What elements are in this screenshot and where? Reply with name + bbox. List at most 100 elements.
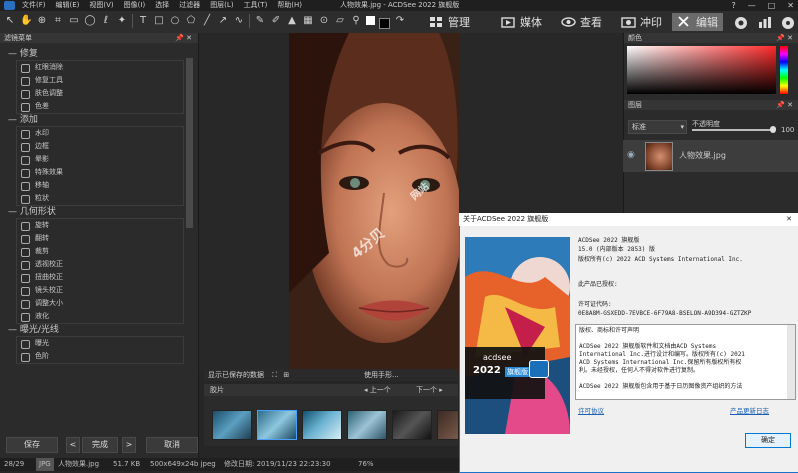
filter-item[interactable]: 镜头校正 <box>17 284 183 297</box>
filmstrip-thumbnail[interactable] <box>212 410 252 440</box>
menu-item[interactable]: 选择 <box>155 0 169 11</box>
minimize-button[interactable]: — <box>748 0 756 11</box>
eraser-icon[interactable]: ▱ <box>334 14 346 28</box>
gradient-icon[interactable]: ▦ <box>302 14 314 28</box>
filter-item[interactable]: 透视校正 <box>17 258 183 271</box>
license-scrollbar[interactable] <box>787 325 795 399</box>
pin-icon[interactable]: 📌 ✕ <box>175 33 192 43</box>
collapse-icon[interactable]: — <box>8 207 20 217</box>
opacity-slider[interactable] <box>692 129 774 131</box>
line-icon[interactable]: ╱ <box>201 14 213 28</box>
opacity-slider-handle[interactable] <box>770 126 776 133</box>
ellipse-shape-icon[interactable]: ○ <box>169 14 181 28</box>
magic-wand-icon[interactable]: ✦ <box>116 14 128 28</box>
fill-icon[interactable]: ▲ <box>286 14 298 28</box>
filter-item[interactable]: 色差 <box>17 100 183 113</box>
filter-item[interactable]: 裁剪 <box>17 245 183 258</box>
close-button[interactable]: ✕ <box>787 0 794 11</box>
mode-develop-button[interactable]: 冲印 <box>616 13 667 31</box>
menu-item[interactable]: 工具(T) <box>244 0 268 11</box>
mode-view-button[interactable]: 查看 <box>556 13 607 31</box>
filter-item[interactable]: 晕影 <box>17 153 183 166</box>
lasso-icon[interactable]: ℓ <box>100 14 112 28</box>
filter-item[interactable]: 扭曲校正 <box>17 271 183 284</box>
update-log-link[interactable]: 产品更新日志 <box>730 405 769 415</box>
filter-item[interactable]: 曝光 <box>17 337 183 350</box>
text-tool-icon[interactable]: T <box>137 14 149 28</box>
license-text-box[interactable]: 版权、商标和许可声明 ACDSee 2022 旗舰版软件和文档由ACD Syst… <box>575 324 796 400</box>
rect-select-icon[interactable]: ▭ <box>68 14 80 28</box>
previous-button[interactable]: < <box>66 437 80 453</box>
filter-item[interactable]: 红眼消除 <box>17 61 183 74</box>
zoom-tool-icon[interactable]: ⊕ <box>36 14 48 28</box>
collapse-icon[interactable]: — <box>8 49 20 59</box>
collapse-icon[interactable]: — <box>8 115 20 125</box>
clone-icon[interactable]: ⊙ <box>318 14 330 28</box>
save-button[interactable]: 保存 <box>6 437 58 453</box>
menu-item[interactable]: 视图(V) <box>89 0 113 11</box>
menu-item[interactable]: 图像(I) <box>124 0 146 11</box>
mode-dashboard-button[interactable] <box>753 13 778 31</box>
opacity-value[interactable]: 100 <box>781 126 794 134</box>
filmstrip-thumbnail[interactable] <box>437 410 459 440</box>
filmstrip-next-button[interactable]: 下一个 ▸ <box>416 384 443 396</box>
color-picker-square[interactable] <box>627 46 776 94</box>
show-saved-data-toggle[interactable]: 显示已保存的数据 <box>208 371 264 379</box>
pin-icon[interactable]: 📌 ✕ <box>776 100 793 110</box>
filter-item[interactable]: 液化 <box>17 310 183 323</box>
filmstrip-thumbnail[interactable] <box>302 410 342 440</box>
color-picker-icon[interactable]: ⚲ <box>350 14 362 28</box>
filmstrip-thumbnail[interactable] <box>392 410 432 440</box>
help-icon[interactable]: ? <box>731 0 735 11</box>
filter-item[interactable]: 调整大小 <box>17 297 183 310</box>
filter-item[interactable]: 旋转 <box>17 219 183 232</box>
crop-tool-icon[interactable]: ⌗ <box>52 14 64 28</box>
filter-section-header[interactable]: — 添加 <box>0 114 198 126</box>
status-zoom[interactable]: 76% <box>358 458 374 471</box>
filters-scrollbar[interactable] <box>186 58 193 228</box>
filter-section-header[interactable]: — 几何形状 <box>0 206 198 218</box>
curve-icon[interactable]: ∿ <box>233 14 245 28</box>
menu-item[interactable]: 过滤器 <box>179 0 200 11</box>
filter-section-header[interactable]: — 曝光/光线 <box>0 324 198 336</box>
mode-manage-button[interactable]: 管理 <box>424 13 475 31</box>
filter-item[interactable]: 翻转 <box>17 232 183 245</box>
pin-icon[interactable]: 📌 ✕ <box>776 33 793 43</box>
pencil-icon[interactable]: ✐ <box>270 14 282 28</box>
polygon-icon[interactable]: ⬠ <box>185 14 197 28</box>
filter-item[interactable]: 水印 <box>17 127 183 140</box>
filmstrip-thumbnail[interactable] <box>257 410 297 440</box>
blend-mode-select[interactable]: 标准 ▾ <box>628 120 687 134</box>
dialog-close-button[interactable]: ✕ <box>786 213 792 226</box>
filter-item[interactable]: 移轴 <box>17 179 183 192</box>
mode-edit-button[interactable]: 编辑 <box>672 13 723 31</box>
cancel-button[interactable]: 取消 <box>146 437 198 453</box>
filmstrip-prev-button[interactable]: ◂ 上一个 <box>364 384 391 396</box>
menu-item[interactable]: 帮助(H) <box>277 0 302 11</box>
license-agreement-link[interactable]: 许可协议 <box>578 405 604 415</box>
filter-section-header[interactable]: — 修复 <box>0 48 198 60</box>
menu-item[interactable]: 文件(F) <box>22 0 46 11</box>
maximize-button[interactable]: □ <box>768 0 776 11</box>
mode-media-button[interactable]: 媒体 <box>496 13 547 31</box>
menu-item[interactable]: 图层(L) <box>210 0 233 11</box>
next-button[interactable]: > <box>122 437 136 453</box>
arrow-shape-icon[interactable]: ↗ <box>217 14 229 28</box>
fit-icon[interactable]: ⛶ <box>272 371 277 379</box>
redo-icon[interactable]: ↷ <box>394 14 406 28</box>
done-button[interactable]: 完成 <box>82 437 118 453</box>
visibility-eye-icon[interactable]: ◉ <box>627 150 635 160</box>
filter-item[interactable]: 色阶 <box>17 350 183 363</box>
filter-item[interactable]: 边框 <box>17 140 183 153</box>
filmstrip-thumbnail[interactable] <box>347 410 387 440</box>
mode-360-button[interactable] <box>729 13 754 31</box>
rectangle-shape-icon[interactable]: □ <box>153 14 165 28</box>
foreground-color-swatch[interactable] <box>366 16 375 25</box>
ellipse-select-icon[interactable]: ◯ <box>84 14 96 28</box>
filter-item[interactable]: 粒状 <box>17 192 183 205</box>
filter-item[interactable]: 肤色调整 <box>17 87 183 100</box>
brush-icon[interactable]: ✎ <box>254 14 266 28</box>
ok-button[interactable]: 确定 <box>745 433 791 448</box>
hand-tool-icon[interactable]: ✋ <box>20 14 32 28</box>
mode-more-button[interactable] <box>776 13 798 31</box>
